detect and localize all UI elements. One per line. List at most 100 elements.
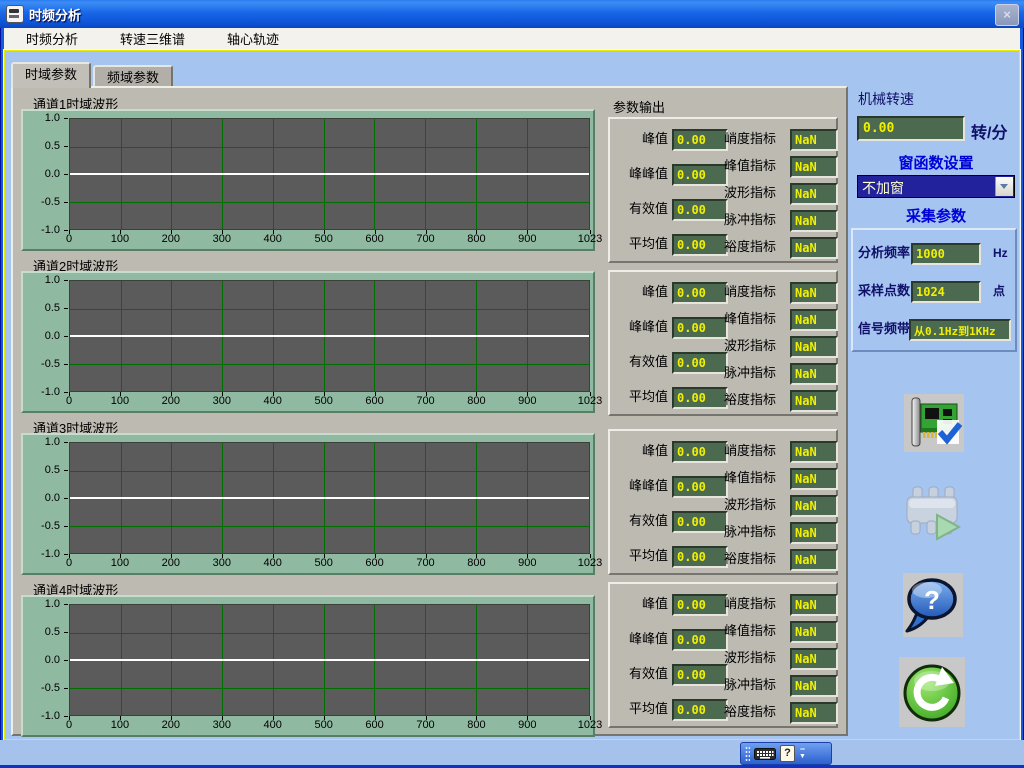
y-axis-tick-label: -1.0 <box>23 548 60 560</box>
restart-button[interactable] <box>899 657 965 727</box>
param-label-rms: 有效值 <box>610 352 668 372</box>
chevron-down-icon <box>1000 184 1008 189</box>
help-glyph: ? <box>924 585 940 615</box>
x-axis-tick-label: 400 <box>264 719 282 731</box>
acq-value-box-signal-band[interactable]: 从0.1Hz到1KHz <box>909 319 1011 341</box>
refresh-icon <box>899 657 965 727</box>
signal-trace <box>70 335 589 337</box>
value-box-kurtosis-indicator: NaN <box>790 282 838 304</box>
x-axis-tick-label: 700 <box>416 557 434 569</box>
chart-module-channel-3-waveform: 通道3时域波形1.00.50.0-0.5-1.00100200300400500… <box>21 418 595 580</box>
y-axis-tick-label: 1.0 <box>23 112 60 124</box>
param-label-kurtosis-indicator: 峭度指标 <box>724 594 788 614</box>
y-axis-tick-label: -0.5 <box>23 520 60 532</box>
x-axis-tick-label: 1023 <box>578 719 602 731</box>
param-label-waveform-indicator: 波形指标 <box>724 183 788 203</box>
tab-frequency-domain-params[interactable]: 频域参数 <box>93 65 173 88</box>
value-box-margin-indicator: NaN <box>790 390 838 412</box>
language-bar-controls: − ▼ <box>799 743 806 764</box>
acq-value-box-analysis-frequency[interactable]: 1000 <box>911 243 981 265</box>
language-bar[interactable]: ? − ▼ <box>740 742 832 765</box>
y-axis-tick-label: 1.0 <box>23 274 60 286</box>
help-button[interactable]: ? <box>903 573 963 637</box>
acq-label-signal-band: 信号频带 <box>858 319 910 339</box>
waveform-chart-channel-3-waveform: 1.00.50.0-0.5-1.001002003004005006007008… <box>21 433 595 575</box>
param-label-peak-to-peak: 峰峰值 <box>610 476 668 496</box>
value-box-waveform-indicator: NaN <box>790 648 838 670</box>
x-axis-tick-label: 800 <box>467 719 485 731</box>
param-group-channel-1: 峰值0.00峰峰值0.00有效值0.00平均值0.00峭度指标NaN峰值指标Na… <box>608 117 838 263</box>
param-label-rms: 有效值 <box>610 511 668 531</box>
x-axis-tick-label: 0 <box>66 719 72 731</box>
param-label-waveform-indicator: 波形指标 <box>724 336 788 356</box>
value-box-peak-indicator: NaN <box>790 621 838 643</box>
language-bar-help-icon[interactable]: ? <box>780 745 795 762</box>
param-label-peak: 峰值 <box>610 129 668 149</box>
param-label-peak: 峰值 <box>610 282 668 302</box>
value-box-rms: 0.00 <box>672 352 728 374</box>
y-axis-tick-label: 0.0 <box>23 492 60 504</box>
param-label-waveform-indicator: 波形指标 <box>724 495 788 515</box>
right-panel: 机械转速 0.00 转/分 窗函数设置 不加窗 采集参数 分析频率1000Hz采… <box>849 51 1024 741</box>
value-box-peak-to-peak: 0.00 <box>672 629 728 651</box>
value-box-mean: 0.00 <box>672 699 728 721</box>
x-axis-tick-label: 0 <box>66 557 72 569</box>
menu-item-time-frequency-analysis[interactable]: 时频分析 <box>18 27 86 50</box>
tab-page-time-domain: 通道1时域波形1.00.50.0-0.5-1.00100200300400500… <box>11 86 848 736</box>
y-axis-tick-label: -0.5 <box>23 682 60 694</box>
value-box-kurtosis-indicator: NaN <box>790 441 838 463</box>
tab-time-domain-params[interactable]: 时域参数 <box>11 62 91 88</box>
device-run-button[interactable] <box>899 479 967 545</box>
param-label-impulse-indicator: 脉冲指标 <box>724 522 788 542</box>
value-box-impulse-indicator: NaN <box>790 363 838 385</box>
param-label-margin-indicator: 裕度指标 <box>724 702 788 722</box>
signal-trace <box>70 173 589 175</box>
value-box-rms: 0.00 <box>672 199 728 221</box>
x-axis-tick-label: 500 <box>314 233 332 245</box>
param-label-rms: 有效值 <box>610 664 668 684</box>
param-label-mean: 平均值 <box>610 699 668 719</box>
window-function-dropdown[interactable]: 不加窗 <box>857 175 1015 198</box>
acq-value-box-sample-points[interactable]: 1024 <box>911 281 981 303</box>
x-axis-tick-label: 600 <box>365 395 383 407</box>
value-box-waveform-indicator: NaN <box>790 336 838 358</box>
expand-arrow-icon[interactable]: ▼ <box>799 753 806 761</box>
bottom-window-frame <box>0 740 1024 768</box>
x-axis-tick-label: 900 <box>518 719 536 731</box>
y-axis-tick-label: 1.0 <box>23 436 60 448</box>
dropdown-arrow-button[interactable] <box>995 177 1013 196</box>
y-axis-tick-label: 1.0 <box>23 598 60 610</box>
x-axis-tick-label: 1023 <box>578 557 602 569</box>
hardware-check-button[interactable] <box>904 394 964 452</box>
front-panel: 时域参数频域参数 通道1时域波形1.00.50.0-0.5-1.00100200… <box>4 50 1020 740</box>
y-axis-tick-label: 0.5 <box>23 302 60 314</box>
keyboard-icon[interactable] <box>754 746 776 761</box>
chart-module-channel-2-waveform: 通道2时域波形1.00.50.0-0.5-1.00100200300400500… <box>21 256 595 418</box>
x-axis-tick-label: 200 <box>162 719 180 731</box>
x-axis-tick-label: 400 <box>264 395 282 407</box>
menu-item-speed-3d-spectrum[interactable]: 转速三维谱 <box>112 27 193 50</box>
param-label-impulse-indicator: 脉冲指标 <box>724 675 788 695</box>
menu-item-shaft-orbit[interactable]: 轴心轨迹 <box>219 27 287 50</box>
plot-area <box>69 280 590 392</box>
param-label-peak-indicator: 峰值指标 <box>724 621 788 641</box>
param-label-mean: 平均值 <box>610 234 668 254</box>
x-axis-tick-label: 600 <box>365 719 383 731</box>
param-label-peak-to-peak: 峰峰值 <box>610 164 668 184</box>
value-box-impulse-indicator: NaN <box>790 210 838 232</box>
close-button[interactable]: × <box>995 4 1019 26</box>
minimize-icon[interactable]: − <box>800 746 805 753</box>
x-axis-tick-label: 900 <box>518 233 536 245</box>
drag-grip-icon[interactable] <box>745 746 750 762</box>
window-function-selected: 不加窗 <box>862 178 904 198</box>
value-box-waveform-indicator: NaN <box>790 183 838 205</box>
waveform-chart-channel-1-waveform: 1.00.50.0-0.5-1.001002003004005006007008… <box>21 109 595 251</box>
acq-label-analysis-frequency: 分析频率 <box>858 243 910 263</box>
value-box-rms: 0.00 <box>672 511 728 533</box>
y-axis-tick-label: 0.0 <box>23 330 60 342</box>
plot-area <box>69 604 590 716</box>
y-axis-tick-label: -1.0 <box>23 224 60 236</box>
param-label-kurtosis-indicator: 峭度指标 <box>724 282 788 302</box>
param-label-impulse-indicator: 脉冲指标 <box>724 363 788 383</box>
machine-speed-unit: 转/分 <box>971 119 1007 143</box>
